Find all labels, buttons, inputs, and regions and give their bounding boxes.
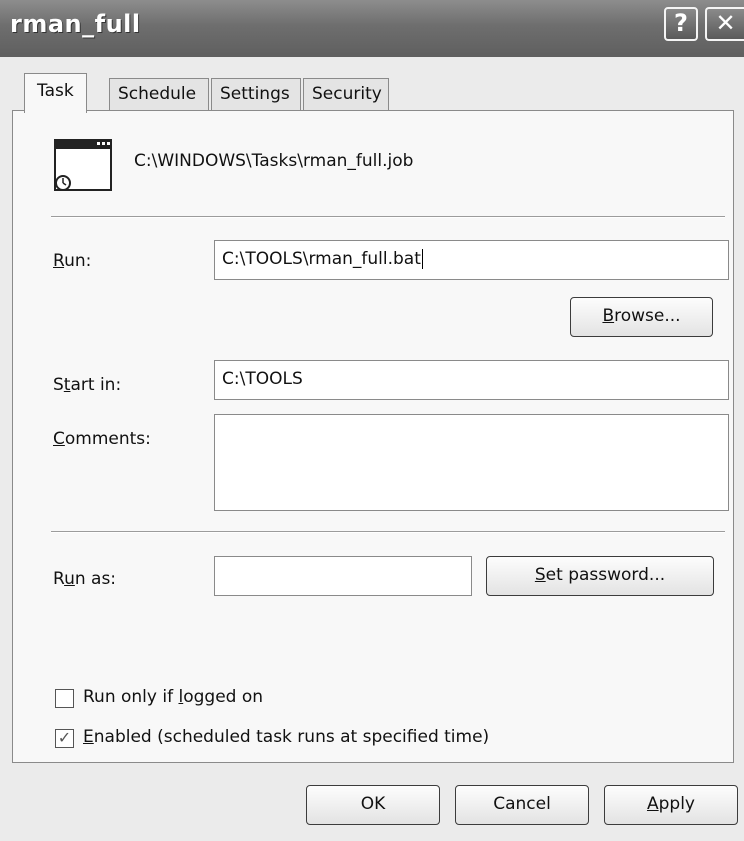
browse-button[interactable]: Browse...	[570, 297, 713, 337]
ok-button-label: OK	[360, 794, 386, 814]
separator	[51, 531, 725, 533]
tab-settings-label: Settings	[220, 84, 290, 104]
run-only-logged-on-checkbox[interactable]	[55, 689, 74, 708]
enabled-checkbox[interactable]: ✓	[55, 729, 74, 748]
run-input[interactable]: C:\TOOLS\rman_full.bat	[214, 240, 729, 280]
tab-settings[interactable]: Settings	[211, 78, 301, 110]
start-in-value: C:\TOOLS	[222, 369, 303, 389]
start-in-input[interactable]: C:\TOOLS	[214, 360, 729, 400]
close-button[interactable]: ✕	[705, 7, 744, 41]
apply-button[interactable]: Apply	[604, 785, 738, 825]
tab-security-label: Security	[312, 84, 382, 104]
comments-textarea[interactable]	[214, 414, 729, 511]
help-button[interactable]: ?	[664, 7, 698, 41]
checkmark-icon: ✓	[57, 728, 72, 747]
ok-button[interactable]: OK	[306, 785, 440, 825]
run-input-value: C:\TOOLS\rman_full.bat	[222, 249, 421, 269]
comments-label: Comments:	[53, 429, 151, 449]
separator	[51, 216, 725, 218]
task-file-path: C:\WINDOWS\Tasks\rman_full.job	[134, 151, 414, 171]
tab-task[interactable]: Task	[24, 73, 87, 113]
tab-schedule[interactable]: Schedule	[109, 78, 209, 110]
scheduled-task-window-icon	[54, 139, 112, 191]
run-as-input[interactable]	[214, 556, 472, 596]
title-bar[interactable]: rman_full ? ✕	[0, 0, 744, 57]
task-properties-dialog: rman_full ? ✕ Task Schedule Settings Sec…	[0, 0, 744, 841]
cancel-button-label: Cancel	[493, 794, 551, 814]
set-password-button[interactable]: Set password...	[486, 556, 714, 596]
task-tab-panel: C:\WINDOWS\Tasks\rman_full.job Run: C:\T…	[12, 110, 734, 763]
run-label: Run:	[53, 251, 92, 271]
run-only-logged-on-label: Run only if logged on	[83, 687, 264, 707]
enabled-label: Enabled (scheduled task runs at specifie…	[83, 727, 490, 747]
tab-schedule-label: Schedule	[118, 84, 197, 104]
tab-security[interactable]: Security	[303, 78, 389, 110]
window-title: rman_full	[10, 10, 141, 38]
start-in-label: Start in:	[53, 375, 122, 395]
run-as-label: Run as:	[53, 569, 117, 589]
cancel-button[interactable]: Cancel	[455, 785, 589, 825]
tab-task-label: Task	[37, 81, 74, 101]
question-icon: ?	[674, 9, 688, 37]
close-icon: ✕	[715, 9, 736, 37]
